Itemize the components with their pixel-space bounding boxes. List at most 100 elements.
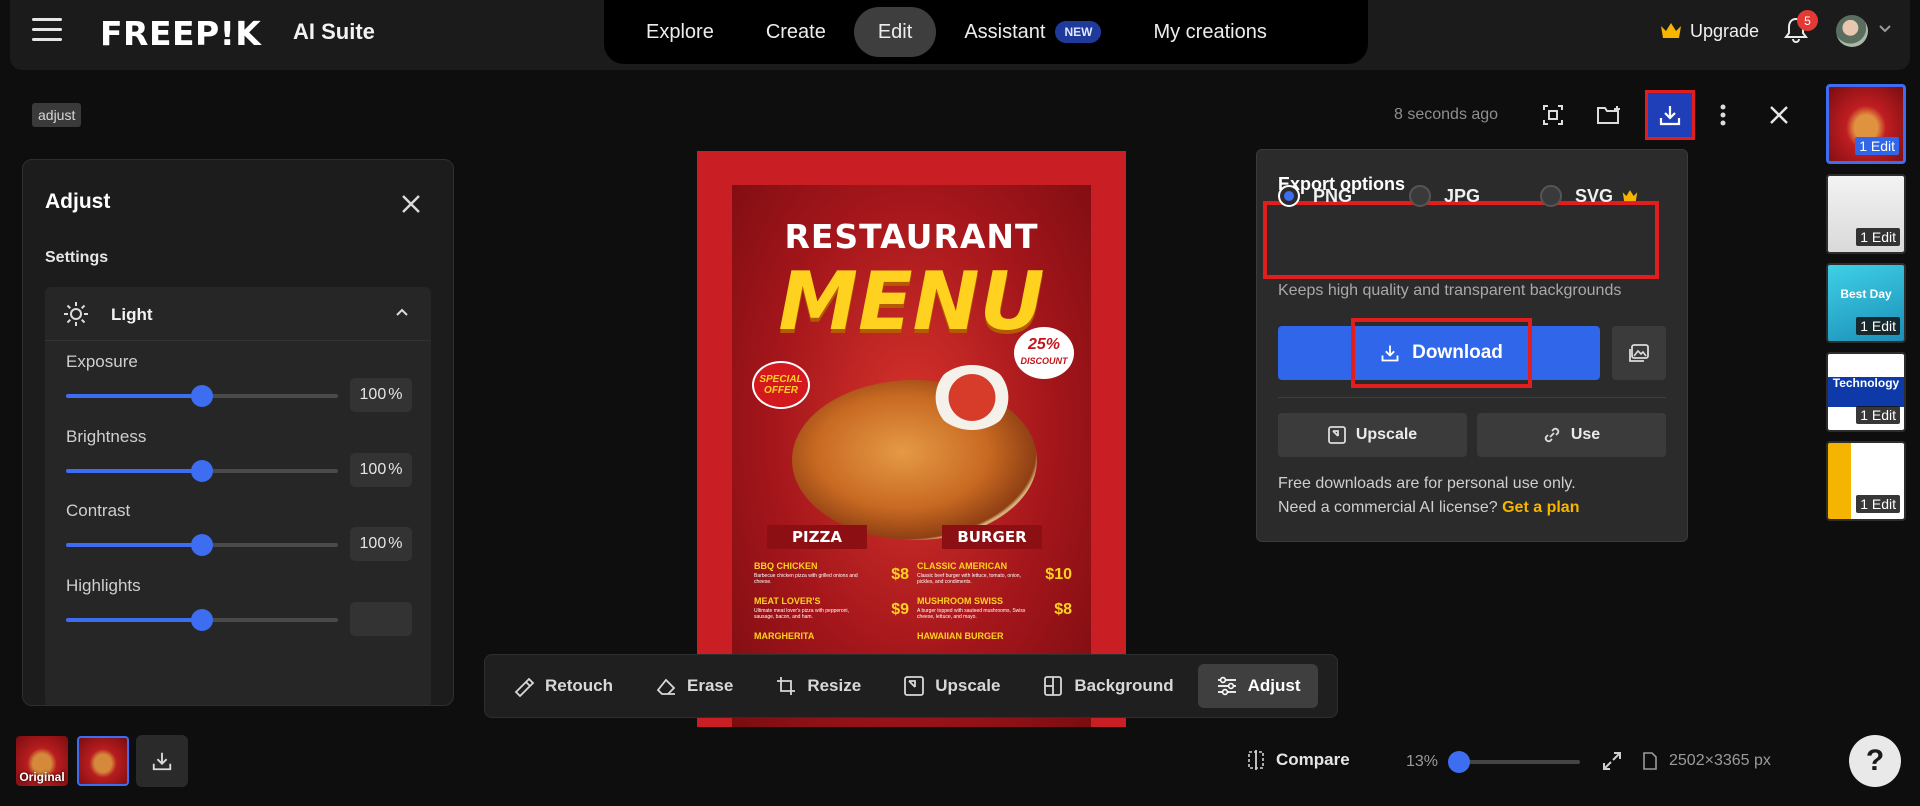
- zoom-slider[interactable]: [1448, 751, 1580, 773]
- zoom-slider-thumb[interactable]: [1448, 751, 1471, 773]
- exposure-value-unit: %: [388, 386, 403, 403]
- nav-item-edit[interactable]: Edit: [853, 7, 937, 57]
- png-radio[interactable]: [1278, 185, 1300, 207]
- download-button[interactable]: Download: [1278, 318, 1600, 388]
- brightness-value-number: 100: [359, 461, 387, 478]
- format-option-jpg[interactable]: JPG: [1409, 185, 1480, 207]
- poster-title-line1: RESTAURANT: [784, 217, 1039, 256]
- menu-item-name: MARGHERITA: [754, 631, 815, 641]
- use-label: Use: [1570, 426, 1601, 443]
- exposure-slider[interactable]: [66, 385, 338, 407]
- exposure-slider-thumb[interactable]: [191, 385, 213, 407]
- close-icon[interactable]: [399, 192, 423, 216]
- menu-item: MUSHROOM SWISS A burger topped with saute…: [917, 596, 1072, 620]
- original-label: Original: [19, 770, 65, 784]
- menu-item-description: Classic beef burger with lettuce, tomato…: [917, 573, 1021, 585]
- brightness-slider-thumb[interactable]: [191, 460, 213, 482]
- more-vertical-icon[interactable]: [1706, 98, 1740, 132]
- select-region-icon[interactable]: [1536, 98, 1570, 132]
- download-toggle-button[interactable]: [1645, 90, 1695, 140]
- highlights-slider-thumb[interactable]: [191, 609, 213, 631]
- menu-icon[interactable]: [32, 18, 62, 44]
- freepik-logo[interactable]: FREEP!K: [100, 14, 261, 53]
- edit-count-tag: 1 Edit: [1856, 228, 1900, 246]
- compare-button[interactable]: Compare: [1248, 750, 1350, 770]
- crop-icon: [777, 677, 796, 695]
- light-section-header[interactable]: Light: [45, 287, 431, 341]
- use-button[interactable]: Use: [1477, 413, 1666, 457]
- format-option-png[interactable]: PNG: [1278, 185, 1352, 207]
- highlights-label: Highlights: [66, 576, 141, 595]
- upscale-label: Upscale: [1355, 426, 1418, 443]
- exposure-value[interactable]: 100%: [350, 378, 412, 412]
- tool-background[interactable]: Background: [1024, 664, 1191, 708]
- special-offer-badge: SPECIAL OFFER: [752, 361, 810, 409]
- menu-item-description: Barbecue chicken pizza with grilled onio…: [754, 573, 858, 585]
- nav-item-label: Explore: [646, 20, 714, 43]
- file-icon: [1643, 752, 1657, 770]
- original-version-thumbnail[interactable]: Original: [16, 736, 68, 786]
- get-a-plan-link[interactable]: Get a plan: [1502, 499, 1579, 516]
- upgrade-button[interactable]: Upgrade: [1660, 16, 1759, 46]
- brightness-slider[interactable]: [66, 460, 338, 482]
- upgrade-label: Upgrade: [1690, 20, 1760, 41]
- format-label: PNG: [1313, 185, 1353, 206]
- retouch-icon: [514, 677, 535, 697]
- avatar[interactable]: [1836, 15, 1868, 47]
- contrast-slider-thumb[interactable]: [191, 534, 213, 556]
- format-label: SVG: [1575, 185, 1614, 206]
- nav-item-create[interactable]: Create: [742, 7, 850, 57]
- chevron-down-icon[interactable]: [1878, 24, 1892, 34]
- save-to-folder-icon[interactable]: [1592, 98, 1626, 132]
- tool-adjust[interactable]: Adjust: [1197, 664, 1319, 708]
- highlights-value[interactable]: [350, 602, 412, 636]
- tool-erase[interactable]: Erase: [637, 664, 751, 708]
- eraser-icon: [656, 678, 676, 695]
- history-thumbnail[interactable]: 1 Edit: [1826, 84, 1906, 164]
- divider: [1278, 397, 1666, 398]
- help-button[interactable]: ?: [1849, 735, 1901, 787]
- brightness-slider-fill: [66, 469, 202, 473]
- svg-radio[interactable]: [1540, 185, 1562, 207]
- brightness-value[interactable]: 100%: [350, 453, 412, 487]
- format-option-svg[interactable]: SVG: [1540, 185, 1638, 207]
- history-thumbnail[interactable]: 1 Edit: [1826, 441, 1906, 521]
- download-icon: [1381, 345, 1399, 362]
- canvas-image[interactable]: RESTAURANT MENU 25% DISCOUNT SPECIAL OFF…: [697, 151, 1126, 727]
- jpg-radio[interactable]: [1409, 185, 1431, 207]
- highlights-slider[interactable]: [66, 609, 338, 631]
- last-saved-timestamp: 8 seconds ago: [1394, 106, 1499, 123]
- background-icon: [1044, 676, 1063, 696]
- menu-item: BBQ CHICKEN Barbecue chicken pizza with g…: [754, 561, 909, 585]
- download-button-label-area[interactable]: Download: [1351, 318, 1532, 388]
- exposure-slider-fill: [66, 394, 202, 398]
- menu-item-name: BBQ CHICKEN: [754, 561, 818, 571]
- tool-resize[interactable]: Resize: [757, 664, 879, 708]
- discount-value: 25%: [1027, 336, 1061, 353]
- nav-item-my-creations[interactable]: My creations: [1129, 7, 1290, 57]
- edit-toolbar: Retouch Erase Resize Upscale Background Adjus…: [484, 654, 1338, 718]
- image-settings-button[interactable]: [1612, 326, 1666, 380]
- fit-screen-icon[interactable]: [1601, 750, 1623, 772]
- image-dimensions: 2502×3365 px: [1643, 752, 1771, 770]
- contrast-value[interactable]: 100%: [350, 527, 412, 561]
- history-thumbnail[interactable]: Best Day 1 Edit: [1826, 263, 1906, 343]
- contrast-slider[interactable]: [66, 534, 338, 556]
- nav-item-assistant[interactable]: Assistant NEW: [940, 7, 1125, 57]
- upscale-export-button[interactable]: Upscale: [1278, 413, 1467, 457]
- contrast-label: Contrast: [66, 501, 131, 520]
- history-thumbnail[interactable]: Technology 1 Edit: [1826, 352, 1906, 432]
- nav-item-explore[interactable]: Explore: [622, 7, 738, 57]
- download-version-button[interactable]: [136, 735, 188, 787]
- edited-version-thumbnail[interactable]: [77, 736, 129, 786]
- tool-retouch[interactable]: Retouch: [495, 664, 631, 708]
- brightness-value-unit: %: [388, 461, 403, 478]
- history-thumbnail[interactable]: 1 Edit: [1826, 174, 1906, 254]
- tool-upscale[interactable]: Upscale: [885, 664, 1018, 708]
- tool-label: Erase: [687, 676, 734, 695]
- tool-label: Adjust: [1247, 676, 1301, 695]
- close-editor-icon[interactable]: [1762, 98, 1796, 132]
- settings-label: Settings: [45, 249, 109, 266]
- dimensions-text: 2502×3365 px: [1669, 752, 1771, 769]
- format-label: JPG: [1444, 185, 1481, 206]
